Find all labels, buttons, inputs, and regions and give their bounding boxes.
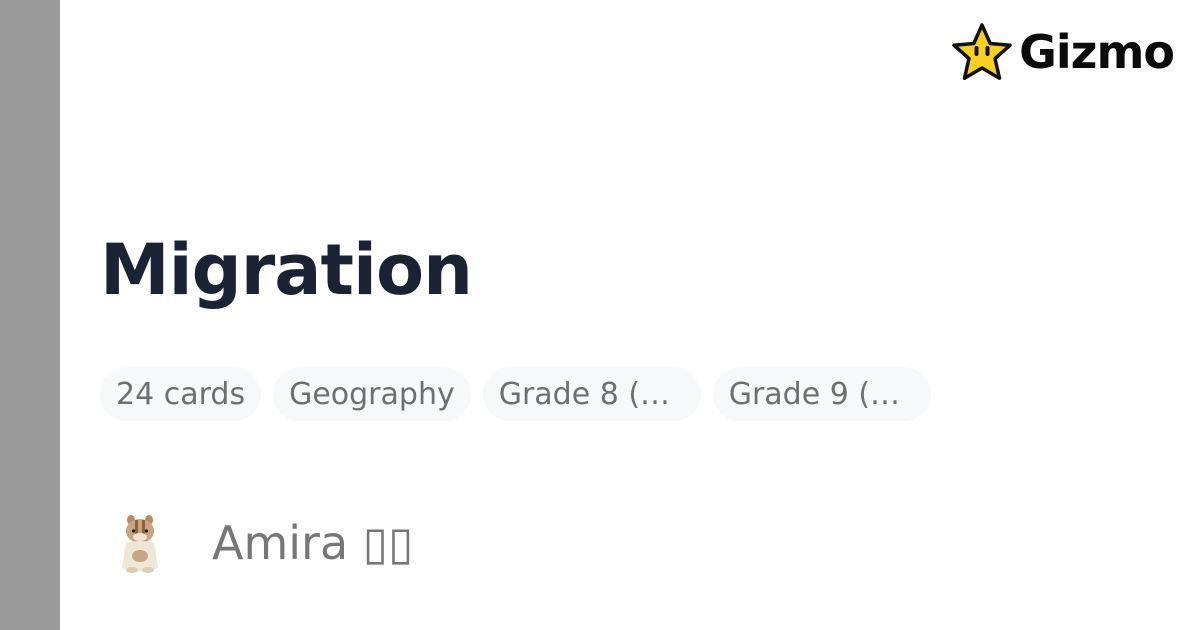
tag-label: Grade 9 (14-… — [728, 376, 915, 412]
tag-label: Grade 8 (13-… — [498, 376, 685, 412]
tag-label: 24 cards — [116, 376, 246, 412]
share-card: Gizmo Migration 24 cards Geography Grade… — [0, 0, 1200, 630]
author-name: Amira ▯▯ — [212, 516, 414, 570]
star-mascot-icon — [952, 23, 1012, 80]
brand-name: Gizmo — [1019, 25, 1175, 79]
avatar — [122, 515, 158, 573]
tag-grade-8[interactable]: Grade 8 (13-… — [482, 367, 701, 421]
deck-title: Migration — [100, 229, 473, 311]
tag-grade-9[interactable]: Grade 9 (14-… — [712, 367, 931, 421]
left-edge-bar — [0, 0, 60, 630]
tag-list: 24 cards Geography Grade 8 (13-… Grade 9… — [100, 367, 931, 421]
tag-label: Geography — [289, 376, 455, 412]
author[interactable]: Amira ▯▯ — [118, 512, 413, 574]
tag-card-count[interactable]: 24 cards — [100, 367, 262, 421]
brand-logo[interactable]: Gizmo — [951, 22, 1175, 82]
tag-subject[interactable]: Geography — [273, 367, 471, 421]
